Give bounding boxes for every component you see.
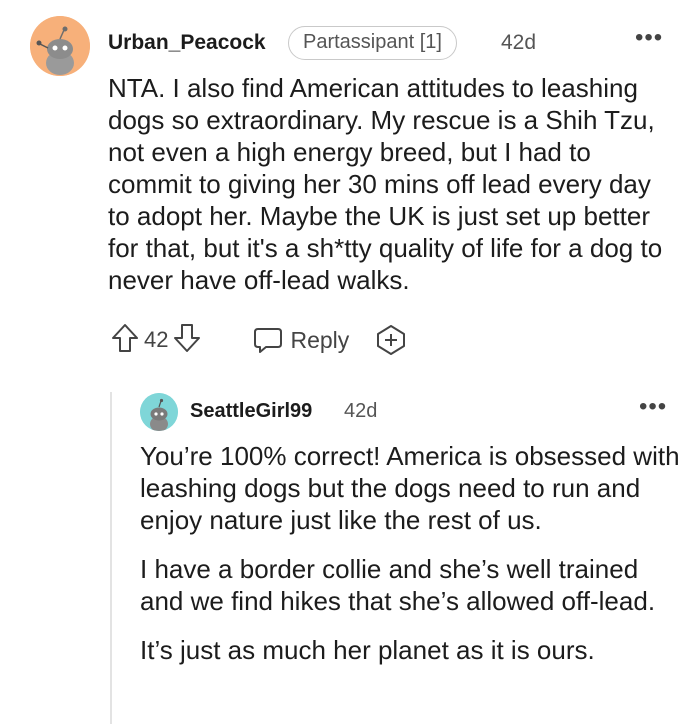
comment-actions: 42 Reply [110, 322, 407, 358]
comment-bubble-icon [254, 328, 283, 353]
reply-paragraph: It’s just as much her planet as it is ou… [140, 635, 595, 665]
award-plus-icon [377, 325, 406, 355]
snoo-avatar-icon [30, 16, 90, 76]
snoo-avatar-icon [140, 393, 178, 431]
avatar[interactable] [30, 16, 90, 76]
comment-body: NTA. I also find American attitudes to l… [108, 73, 663, 295]
downvote-icon[interactable] [172, 322, 202, 359]
reply-body: You’re 100% correct! America is obsessed… [140, 440, 680, 683]
reply-author[interactable]: SeattleGirl99 [190, 400, 312, 423]
more-options-icon[interactable]: ••• [639, 393, 667, 421]
reply-paragraph: You’re 100% correct! America is obsessed… [140, 441, 680, 535]
more-options-icon[interactable]: ••• [635, 24, 663, 52]
reply-button[interactable]: Reply [252, 325, 349, 355]
user-flair: Partassipant [1] [288, 26, 457, 60]
reply-label: Reply [290, 326, 350, 353]
reply-age: 42d [344, 400, 378, 422]
vote-count: 42 [144, 327, 169, 352]
thread-line[interactable] [110, 392, 112, 724]
reply-avatar[interactable] [140, 393, 178, 431]
reply-paragraph: I have a border collie and she’s well tr… [140, 554, 656, 616]
award-button[interactable] [375, 324, 407, 356]
comment-age: 42d [501, 31, 537, 54]
comment-author[interactable]: Urban_Peacock [108, 31, 266, 55]
upvote-icon[interactable] [110, 322, 140, 359]
